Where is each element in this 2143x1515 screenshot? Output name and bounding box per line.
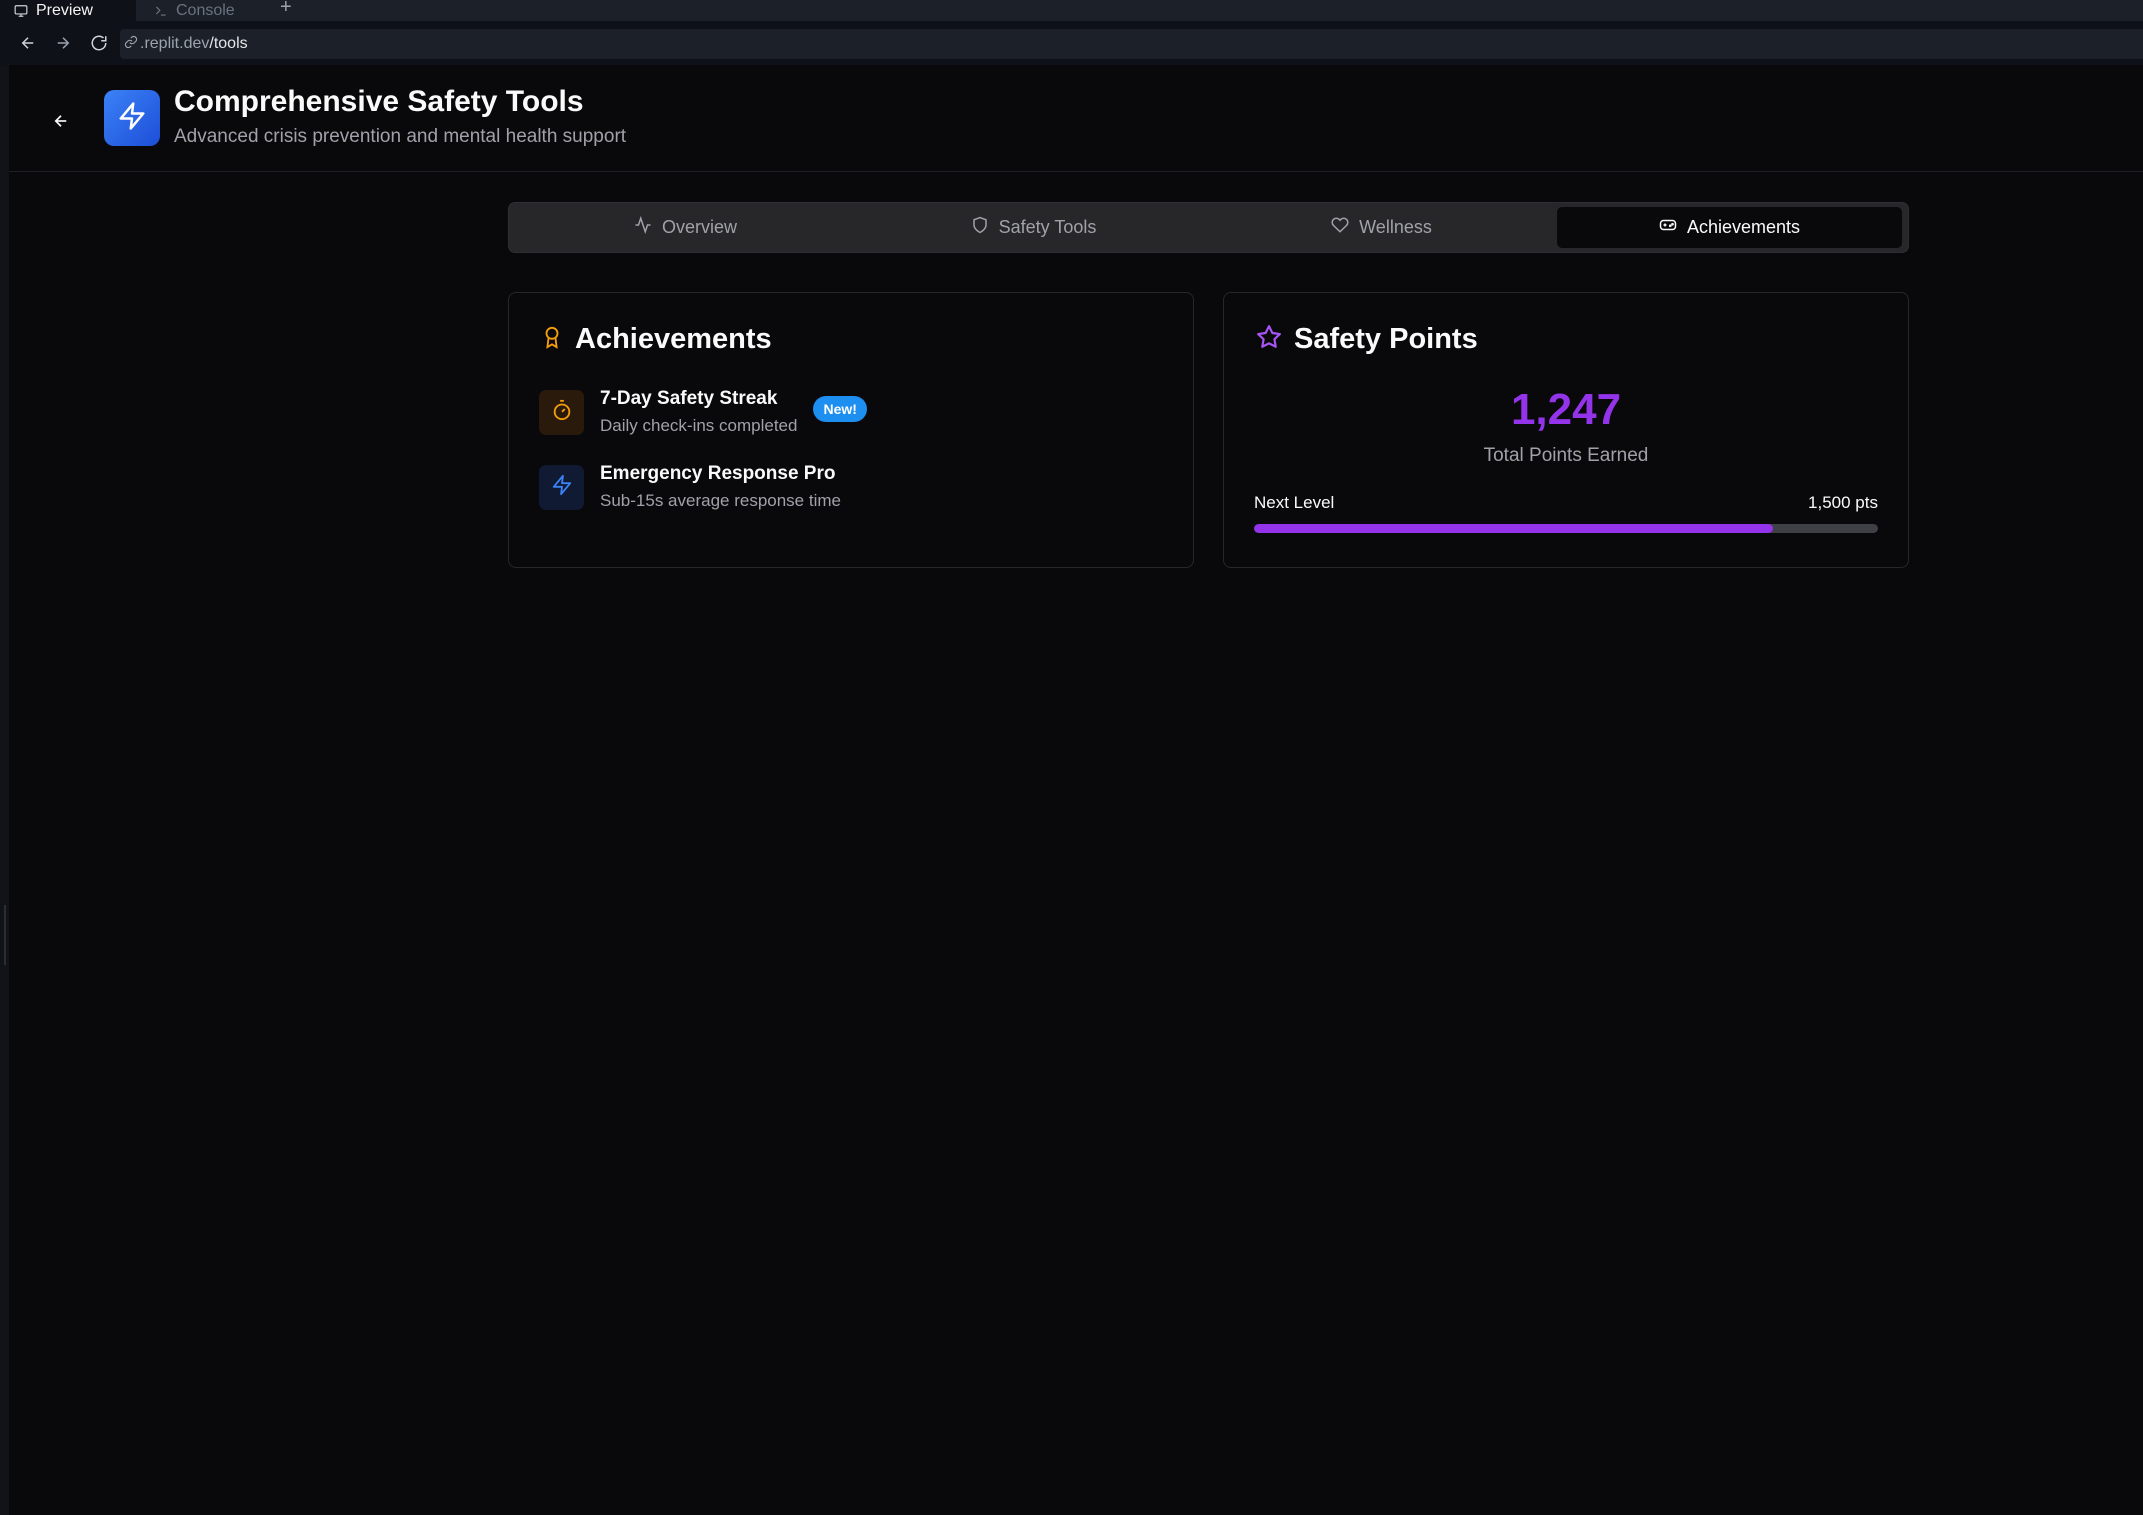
tab-label: Wellness bbox=[1359, 217, 1432, 237]
next-level-row: Next Level 1,500 pts bbox=[1254, 493, 1878, 513]
browser-tab-preview[interactable]: Preview bbox=[0, 0, 136, 21]
terminal-icon bbox=[154, 4, 168, 18]
achievement-item: 7-Day Safety Streak Daily check-ins comp… bbox=[539, 388, 867, 436]
new-badge: New! bbox=[813, 396, 867, 422]
url-host: .replit.dev bbox=[140, 35, 210, 52]
tab-overview[interactable]: Overview bbox=[513, 207, 858, 248]
link-icon bbox=[124, 35, 138, 54]
activity-icon bbox=[634, 215, 652, 239]
level-progress-bar bbox=[1254, 524, 1878, 533]
points-value: 1,247 bbox=[1510, 385, 1622, 434]
browser-reload-button[interactable] bbox=[87, 33, 111, 57]
back-button[interactable] bbox=[41, 103, 81, 143]
achievement-icon-box bbox=[539, 389, 584, 435]
achievement-desc: Sub-15s average response time bbox=[600, 491, 841, 510]
achievement-name: Emergency Response Pro bbox=[600, 463, 836, 484]
lightning-icon bbox=[551, 474, 573, 501]
browser-nav-bar: .replit.dev/tools bbox=[0, 21, 2143, 65]
achievement-text: 7-Day Safety Streak Daily check-ins comp… bbox=[600, 388, 797, 436]
next-level-label: Next Level bbox=[1254, 493, 1335, 512]
timer-icon bbox=[551, 399, 573, 426]
reload-icon bbox=[90, 34, 108, 57]
page-title: Comprehensive Safety Tools bbox=[174, 85, 584, 118]
arrow-left-icon bbox=[19, 34, 37, 57]
browser-back-button[interactable] bbox=[16, 33, 40, 57]
achievement-desc: Daily check-ins completed bbox=[600, 416, 798, 435]
app-root: Comprehensive Safety Tools Advanced cris… bbox=[9, 65, 2143, 1515]
url-path: /tools bbox=[209, 35, 248, 52]
new-tab-button[interactable]: + bbox=[280, 0, 292, 19]
heart-icon bbox=[1331, 216, 1349, 239]
achievements-card-header: Achievements bbox=[541, 323, 772, 356]
resize-handle[interactable] bbox=[4, 905, 6, 965]
tab-achievements[interactable]: Achievements bbox=[1557, 207, 1902, 248]
page-header: Comprehensive Safety Tools Advanced cris… bbox=[9, 65, 2143, 172]
monitor-icon bbox=[14, 4, 28, 18]
tab-label: Safety Tools bbox=[998, 217, 1097, 237]
next-level-target: 1,500 pts bbox=[1808, 493, 1878, 512]
points-label: Total Points Earned bbox=[1483, 445, 1649, 466]
achievements-card: Achievements 7-Day Safety Streak Daily c… bbox=[508, 292, 1194, 568]
achievement-name: 7-Day Safety Streak bbox=[600, 388, 778, 409]
gamepad-icon bbox=[1659, 216, 1677, 239]
tab-label: Overview bbox=[661, 217, 737, 237]
browser-tab-console[interactable]: Console bbox=[140, 0, 268, 21]
tab-wellness[interactable]: Wellness bbox=[1209, 207, 1554, 248]
section-tabs: Overview Safety Tools Wellness Achieveme… bbox=[508, 202, 1909, 253]
arrow-left-icon bbox=[52, 112, 70, 135]
tab-safety-tools[interactable]: Safety Tools bbox=[861, 207, 1206, 248]
star-icon bbox=[1256, 324, 1282, 355]
safety-points-title: Safety Points bbox=[1294, 323, 1478, 355]
achievement-item: Emergency Response Pro Sub-15s average r… bbox=[539, 463, 841, 511]
award-icon bbox=[541, 324, 563, 355]
left-panel-edge bbox=[0, 65, 9, 1515]
achievements-title: Achievements bbox=[575, 323, 772, 355]
app-logo bbox=[104, 90, 160, 146]
browser-tab-bar: Preview Console + bbox=[0, 0, 2143, 21]
achievement-text: Emergency Response Pro Sub-15s average r… bbox=[600, 463, 841, 511]
browser-forward-button[interactable] bbox=[51, 33, 75, 57]
safety-points-card: Safety Points 1,247 Total Points Earned … bbox=[1223, 292, 1909, 568]
arrow-right-icon bbox=[54, 34, 72, 57]
safety-points-header: Safety Points bbox=[1256, 323, 1478, 356]
level-progress-fill bbox=[1254, 524, 1773, 533]
tab-label: Achievements bbox=[1686, 217, 1801, 237]
shield-icon bbox=[971, 216, 989, 239]
page-subtitle: Advanced crisis prevention and mental he… bbox=[174, 126, 627, 147]
browser-tab-label: Preview bbox=[36, 1, 93, 19]
lightning-icon bbox=[117, 101, 147, 136]
url-bar[interactable]: .replit.dev/tools bbox=[120, 29, 2143, 59]
achievement-icon-box bbox=[539, 464, 584, 510]
browser-tab-label: Console bbox=[176, 1, 235, 19]
